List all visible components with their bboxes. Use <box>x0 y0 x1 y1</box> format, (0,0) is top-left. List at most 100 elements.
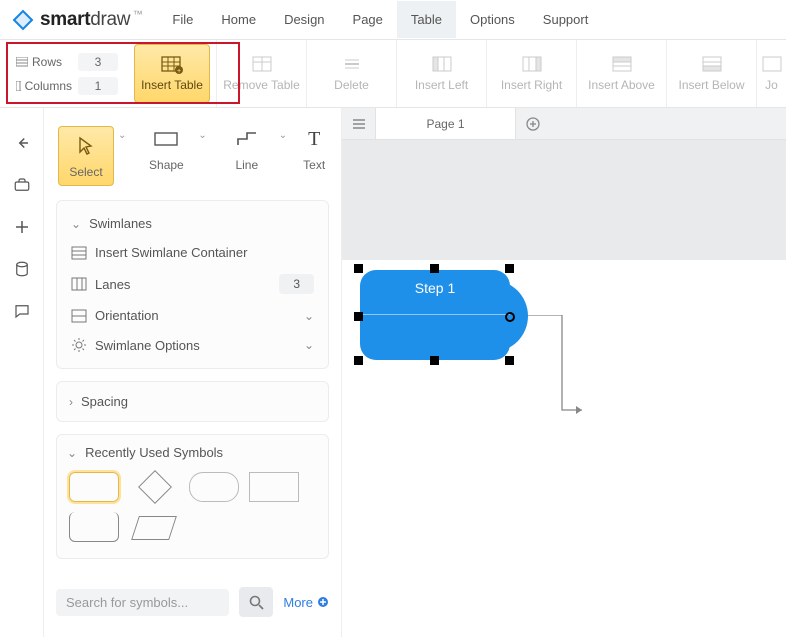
symbol-search-button[interactable] <box>239 587 273 617</box>
more-link[interactable]: More <box>283 595 329 610</box>
join-button[interactable]: Jo <box>756 40 786 107</box>
lanes-row[interactable]: Lanes 3 <box>67 267 318 301</box>
spacing-label: Spacing <box>81 394 128 409</box>
symbol-open-rect[interactable] <box>69 512 119 542</box>
tool-shape[interactable]: Shape <box>138 126 194 172</box>
cols-input[interactable]: 1 <box>78 77 118 95</box>
tool-line[interactable]: Line <box>219 126 275 172</box>
insert-table-button[interactable]: + Insert Table <box>134 44 210 103</box>
shape-step-1[interactable]: Step 1 <box>360 270 510 360</box>
lanes-label: Lanes <box>95 277 271 292</box>
shape-step-1-label: Step 1 <box>415 280 455 360</box>
step-1-table-divider <box>360 314 510 315</box>
menu-table[interactable]: Table <box>397 1 456 38</box>
symbol-parallelogram[interactable] <box>129 512 179 542</box>
orientation-label: Orientation <box>95 308 296 323</box>
join-label: Jo <box>765 78 778 92</box>
tool-select-label: Select <box>69 165 102 179</box>
recent-header[interactable]: ⌄Recently Used Symbols <box>67 443 318 464</box>
rows-icon <box>16 57 28 67</box>
svg-text:+: + <box>177 68 181 74</box>
resize-handle-tm[interactable] <box>430 264 439 273</box>
rotate-handle[interactable] <box>505 312 515 322</box>
chat-icon[interactable] <box>13 302 31 320</box>
resize-handle-bl[interactable] <box>354 356 363 365</box>
shape-caret[interactable]: ⌄ <box>194 126 210 145</box>
remove-table-label: Remove Table <box>223 78 300 92</box>
symbol-search-input[interactable]: Search for symbols... <box>56 589 229 616</box>
toolbox-icon[interactable] <box>13 176 31 194</box>
menu-file[interactable]: File <box>158 1 207 38</box>
database-icon[interactable] <box>13 260 31 278</box>
resize-handle-br[interactable] <box>505 356 514 365</box>
canvas-area: Page 1 Start Step 1 <box>342 108 786 637</box>
rect-icon <box>153 130 179 148</box>
app-logo: smartdraw ™ <box>12 9 142 31</box>
symbol-rounded-rect[interactable] <box>69 472 119 502</box>
insert-below-button[interactable]: Insert Below <box>666 40 756 107</box>
resize-handle-tr[interactable] <box>505 264 514 273</box>
menu-support[interactable]: Support <box>529 1 603 38</box>
logo-text: smartdraw ™ <box>40 9 142 31</box>
tool-text-label: Text <box>303 158 325 172</box>
insert-left-icon <box>432 56 452 72</box>
symbol-rect[interactable] <box>249 472 299 502</box>
insert-right-button[interactable]: Insert Right <box>486 40 576 107</box>
main-menubar: smartdraw ™ File Home Design Page Table … <box>0 0 786 40</box>
spacing-section[interactable]: ›Spacing <box>56 381 329 422</box>
line-caret[interactable]: ⌄ <box>275 126 291 145</box>
insert-above-button[interactable]: Insert Above <box>576 40 666 107</box>
join-icon <box>762 56 782 72</box>
insert-swimlane-container[interactable]: Insert Swimlane Container <box>67 238 318 267</box>
insert-left-button[interactable]: Insert Left <box>396 40 486 107</box>
cols-icon <box>16 81 21 91</box>
remove-table-icon <box>252 56 272 72</box>
delete-button[interactable]: Delete <box>306 40 396 107</box>
tool-row: Select ⌄ Shape ⌄ Line ⌄ T Text <box>56 122 329 200</box>
rows-label: Rows <box>32 55 62 69</box>
tab-page-1[interactable]: Page 1 <box>376 108 516 139</box>
symbol-pill[interactable] <box>189 472 239 502</box>
insert-above-label: Insert Above <box>588 78 655 92</box>
menu: File Home Design Page Table Options Supp… <box>158 1 602 38</box>
resize-handle-bm[interactable] <box>430 356 439 365</box>
search-icon <box>249 595 264 610</box>
insert-table-icon: + <box>161 56 183 74</box>
add-page-icon[interactable] <box>516 108 550 139</box>
insert-below-label: Insert Below <box>678 78 744 92</box>
menu-page[interactable]: Page <box>339 1 397 38</box>
menu-design[interactable]: Design <box>270 1 338 38</box>
remove-table-button[interactable]: Remove Table <box>216 40 306 107</box>
resize-handle-ml[interactable] <box>354 312 363 321</box>
menu-home[interactable]: Home <box>207 1 270 38</box>
resize-handle-tl[interactable] <box>354 264 363 273</box>
lanes-icon <box>71 277 87 291</box>
table-ribbon: Rows 3 Columns 1 + Insert Table Remove T… <box>0 40 786 108</box>
page-list-icon[interactable] <box>342 108 376 139</box>
swimlane-options-row[interactable]: Swimlane Options⌄ <box>67 330 318 360</box>
line-icon <box>235 130 259 148</box>
menu-options[interactable]: Options <box>456 1 529 38</box>
connector[interactable] <box>528 315 608 425</box>
orientation-row[interactable]: Orientation⌄ <box>67 301 318 330</box>
plus-icon[interactable] <box>13 218 31 236</box>
cursor-icon <box>77 136 95 156</box>
insert-above-icon <box>612 56 632 72</box>
select-caret[interactable]: ⌄ <box>114 126 130 145</box>
tool-line-label: Line <box>235 158 258 172</box>
search-placeholder: Search for symbols... <box>66 595 188 610</box>
tool-select[interactable]: Select <box>58 126 114 186</box>
rows-input[interactable]: 3 <box>78 53 118 71</box>
insert-right-icon <box>522 56 542 72</box>
left-rail <box>0 108 44 637</box>
rows-cols-group: Rows 3 Columns 1 <box>0 40 128 107</box>
symbol-diamond[interactable] <box>129 472 179 502</box>
canvas[interactable]: Start Step 1 <box>342 260 786 630</box>
insert-right-label: Insert Right <box>501 78 562 92</box>
swimlanes-header[interactable]: ⌄Swimlanes <box>67 209 318 238</box>
back-icon[interactable] <box>13 134 31 152</box>
tool-text[interactable]: T Text <box>299 126 329 172</box>
lanes-count[interactable]: 3 <box>279 274 314 294</box>
tool-shape-label: Shape <box>149 158 184 172</box>
cols-label: Columns <box>25 79 72 93</box>
